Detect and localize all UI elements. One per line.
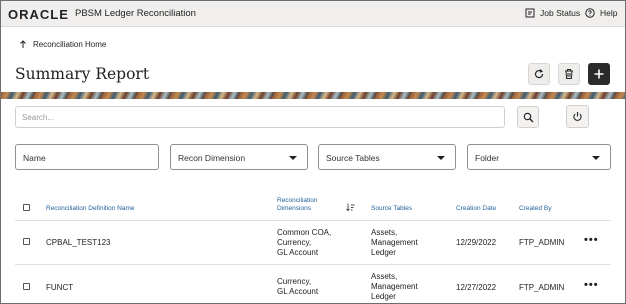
search-input[interactable]: Search... (15, 106, 505, 128)
add-icon (594, 69, 604, 79)
row-dimension-value: Currency, (277, 277, 312, 286)
search-icon (523, 112, 533, 122)
column-header-created-by[interactable]: Created By (519, 205, 552, 213)
chevron-down-icon (289, 156, 297, 160)
recon-dimension-filter[interactable]: Recon Dimension (170, 144, 308, 170)
name-filter-label: Name (23, 153, 46, 163)
row-source-value: Assets, (371, 228, 398, 237)
arrow-up-icon (20, 40, 26, 48)
oracle-logo: ORACLE (8, 7, 69, 22)
row-source-value: Ledger (371, 292, 396, 301)
decorative-banner (1, 92, 625, 99)
row-name: CPBAL_TEST123 (46, 238, 111, 247)
row-dimension-value: GL Account (277, 248, 319, 257)
breadcrumb-label: Reconciliation Home (33, 40, 107, 49)
app-title: PBSM Ledger Reconciliation (75, 8, 196, 19)
row-dimension-value: Common COA, (277, 228, 332, 237)
sort-icon[interactable] (346, 203, 355, 211)
row-creation-date: 12/29/2022 (456, 238, 497, 247)
top-bar: ORACLE PBSM Ledger Reconciliation Job St… (1, 1, 625, 27)
recon-dimension-filter-label: Recon Dimension (178, 153, 246, 163)
delete-icon (565, 69, 573, 79)
add-button[interactable] (588, 63, 610, 85)
column-header-name[interactable]: Reconciliation Definition Name (46, 205, 135, 213)
row-dimension-value: Currency, (277, 238, 312, 247)
table-divider (15, 264, 611, 265)
power-button[interactable] (566, 105, 589, 128)
app-window: ORACLE PBSM Ledger Reconciliation Job St… (0, 0, 626, 304)
power-icon (573, 112, 582, 121)
job-status-icon (525, 8, 535, 18)
search-button[interactable] (517, 106, 539, 128)
more-icon[interactable]: ••• (584, 234, 599, 246)
column-header-dimensions-line1: Reconciliation (277, 197, 318, 204)
row-dimensions: Currency, GL Account (277, 277, 318, 297)
table-divider (15, 220, 611, 221)
help-label: Help (600, 8, 618, 18)
breadcrumb[interactable]: Reconciliation Home (19, 40, 106, 49)
chevron-down-icon (592, 156, 600, 160)
row-dimension-value: GL Account (277, 287, 319, 296)
folder-filter[interactable]: Folder (467, 144, 611, 170)
column-header-source-tables[interactable]: Source Tables (371, 205, 412, 213)
page-title: Summary Report (15, 65, 150, 83)
chevron-down-icon (437, 156, 445, 160)
row-source-value: Management (371, 238, 418, 247)
help-button[interactable]: Help (585, 8, 617, 18)
column-header-dimensions-line2: Dimensions (277, 205, 311, 212)
folder-filter-label: Folder (475, 153, 500, 163)
column-header-creation-date[interactable]: Creation Date (456, 205, 496, 213)
row-source-value: Management (371, 282, 418, 291)
refresh-icon (534, 69, 544, 79)
source-tables-filter[interactable]: Source Tables (318, 144, 456, 170)
name-filter[interactable]: Name (15, 144, 159, 170)
row-dimensions: Common COA, Currency, GL Account (277, 228, 331, 258)
delete-button[interactable] (558, 63, 580, 85)
refresh-button[interactable] (528, 63, 550, 85)
job-status-button[interactable]: Job Status (525, 8, 580, 18)
source-tables-filter-label: Source Tables (326, 153, 380, 163)
row-creation-date: 12/27/2022 (456, 283, 497, 292)
row-source-value: Ledger (371, 248, 396, 257)
row-source-tables: Assets, Management Ledger (371, 272, 418, 302)
row-checkbox[interactable] (23, 238, 30, 245)
select-all-checkbox[interactable] (23, 204, 30, 211)
row-source-value: Assets, (371, 272, 398, 281)
row-name: FUNCT (46, 283, 74, 292)
job-status-label: Job Status (540, 8, 581, 18)
row-checkbox[interactable] (23, 283, 30, 290)
row-created-by: FTP_ADMIN (519, 238, 565, 247)
column-header-dimensions[interactable]: Reconciliation Dimensions (277, 197, 317, 213)
more-icon[interactable]: ••• (584, 279, 599, 291)
row-created-by: FTP_ADMIN (519, 283, 565, 292)
row-source-tables: Assets, Management Ledger (371, 228, 418, 258)
help-icon (585, 8, 595, 18)
